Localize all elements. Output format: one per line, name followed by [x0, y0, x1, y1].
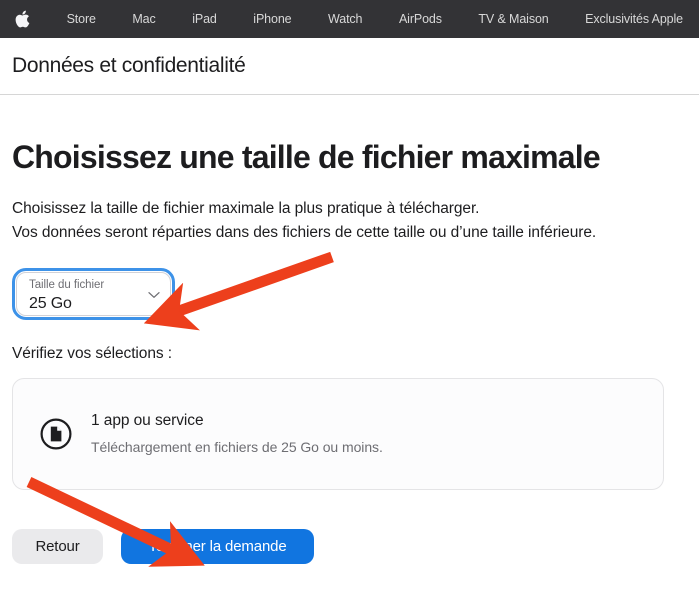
nav-item-airpods[interactable]: AirPods [399, 13, 442, 26]
selection-summary-subtitle: Téléchargement en fichiers de 25 Go ou m… [91, 439, 383, 456]
section-heading: Choisissez une taille de fichier maximal… [12, 139, 601, 175]
nav-item-exclusivites-apple[interactable]: Exclusivités Apple [585, 13, 683, 26]
selection-summary-title: 1 app ou service [91, 412, 204, 430]
action-buttons: Retour Terminer la demande [12, 528, 687, 564]
selection-summary-card: 1 app ou service Téléchargement en fichi… [12, 377, 664, 490]
intro-paragraph: Choisissez la taille de fichier maximale… [12, 176, 612, 245]
file-size-select-focus-ring: Taille du fichier 25 Go [12, 267, 175, 320]
file-size-select-value: 25 Go [29, 294, 72, 312]
global-navigation-bar: Store Mac iPad iPhone Watch AirPods TV &… [0, 0, 699, 38]
file-size-select[interactable]: Taille du fichier 25 Go [16, 271, 171, 316]
nav-item-watch[interactable]: Watch [328, 13, 362, 26]
nav-item-tv-et-maison[interactable]: TV & Maison [478, 13, 548, 26]
verify-selections-label: Vérifiez vos sélections : [12, 344, 173, 362]
nav-item-iphone[interactable]: iPhone [253, 13, 291, 26]
nav-item-mac[interactable]: Mac [132, 13, 155, 26]
nav-item-store[interactable]: Store [67, 13, 96, 26]
intro-line-2: Vos données seront réparties dans des fi… [12, 223, 597, 241]
page-title: Données et confidentialité [12, 54, 246, 77]
document-in-circle-icon [39, 417, 73, 451]
chevron-down-icon [147, 288, 161, 302]
file-size-select-label: Taille du fichier [29, 278, 105, 291]
apple-logo-icon[interactable] [14, 9, 30, 29]
main-content: Choisissez une taille de fichier maximal… [0, 95, 699, 564]
selection-summary-text: 1 app ou service Téléchargement en fichi… [91, 411, 383, 456]
page-header: Données et confidentialité [0, 38, 699, 95]
file-size-select-wrapper: Taille du fichier 25 Go [12, 267, 175, 320]
submit-request-button[interactable]: Terminer la demande [121, 528, 314, 564]
nav-item-ipad[interactable]: iPad [192, 13, 217, 26]
back-button[interactable]: Retour [12, 528, 103, 564]
intro-line-1: Choisissez la taille de fichier maximale… [12, 199, 480, 217]
